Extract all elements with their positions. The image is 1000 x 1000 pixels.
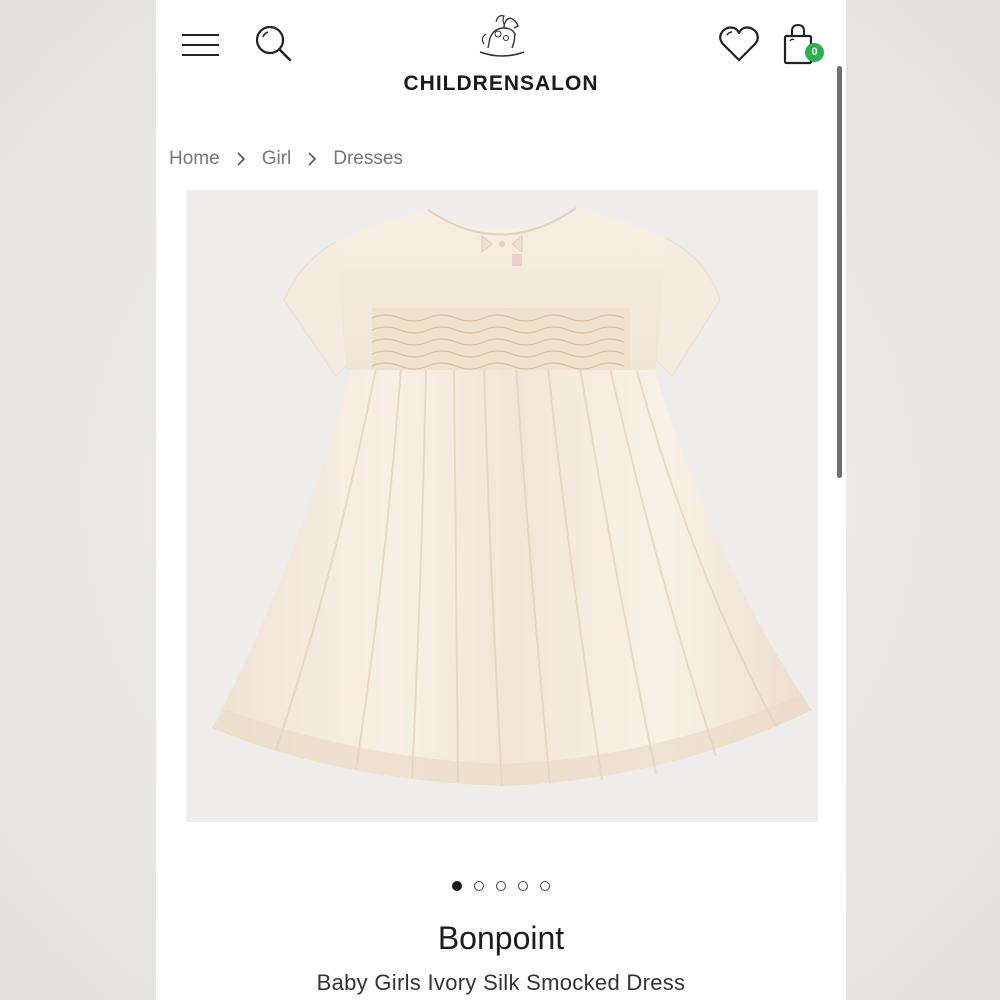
chevron-right-icon bbox=[237, 152, 245, 166]
logo-text[interactable]: CHILDRENSALON bbox=[156, 72, 846, 96]
product-brand[interactable]: Bonpoint bbox=[156, 920, 846, 957]
scrollbar[interactable] bbox=[837, 66, 842, 478]
breadcrumb-dresses[interactable]: Dresses bbox=[333, 148, 403, 170]
search-icon[interactable] bbox=[254, 24, 294, 64]
gallery-dot[interactable] bbox=[540, 881, 550, 891]
cart-count-badge: 0 bbox=[805, 43, 824, 62]
breadcrumb: Home Girl Dresses bbox=[169, 146, 403, 172]
product-name: Baby Girls Ivory Silk Smocked Dress bbox=[316, 970, 686, 995]
gallery-dot[interactable] bbox=[518, 881, 528, 891]
gallery-dot[interactable] bbox=[452, 881, 462, 891]
menu-icon[interactable] bbox=[182, 32, 220, 58]
chevron-right-icon bbox=[308, 152, 317, 166]
product-image[interactable] bbox=[186, 190, 818, 822]
logo-rocking-horse-icon[interactable] bbox=[474, 12, 530, 58]
gallery-dot[interactable] bbox=[474, 881, 484, 891]
heart-icon[interactable] bbox=[718, 24, 760, 64]
breadcrumb-girl[interactable]: Girl bbox=[262, 148, 292, 170]
product-page: CHILDRENSALON 0 Home Girl Dresses Bonpoi… bbox=[156, 0, 846, 1000]
gallery-pagination bbox=[156, 881, 846, 891]
gallery-dot[interactable] bbox=[496, 881, 506, 891]
breadcrumb-home[interactable]: Home bbox=[169, 148, 220, 170]
